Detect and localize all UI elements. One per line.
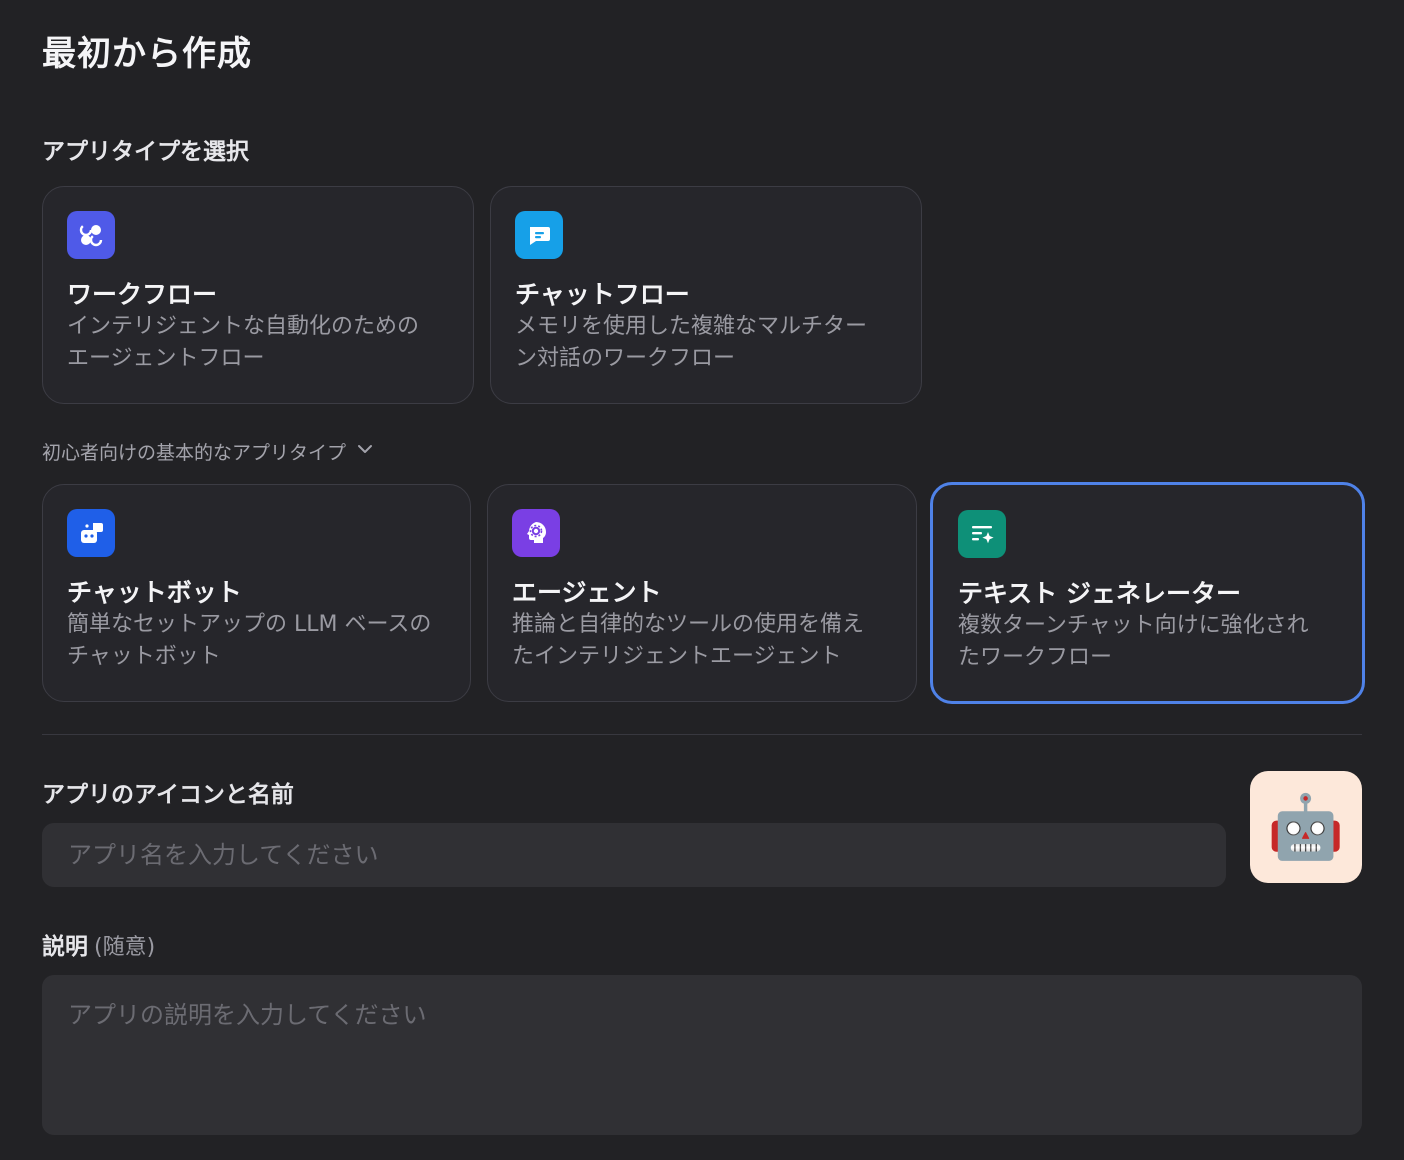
chevron-down-icon — [356, 440, 374, 463]
app-type-card-chatbot[interactable]: チャットボット 簡単なセットアップの LLM ベースのチャットボット — [42, 484, 471, 702]
card-description: 推論と自律的なツールの使用を備えたインテリジェントエージェント — [512, 612, 865, 669]
optional-hint: (随意) — [94, 935, 156, 960]
workflow-icon — [67, 211, 115, 259]
app-name-label: アプリのアイコンと名前 — [42, 782, 294, 808]
card-title: チャットボット — [67, 578, 242, 607]
beginner-app-types-toggle[interactable]: 初心者向けの基本的なアプリタイプ — [42, 438, 374, 465]
card-description: メモリを使用した複雑なマルチターン対話のワークフロー — [515, 314, 868, 371]
card-description: 複数ターンチャット向けに強化されたワークフロー — [958, 613, 1309, 670]
beginner-toggle-label: 初心者向けの基本的なアプリタイプ — [42, 442, 347, 464]
app-type-card-chatflow[interactable]: チャットフロー メモリを使用した複雑なマルチターン対話のワークフロー — [490, 186, 922, 404]
description-textarea[interactable] — [42, 975, 1362, 1135]
card-title: テキスト ジェネレーター — [958, 579, 1241, 608]
description-label-text: 説明 — [42, 934, 88, 960]
text-generator-icon — [958, 510, 1006, 558]
robot-icon: 🤖 — [1267, 790, 1345, 863]
card-title: エージェント — [512, 578, 662, 607]
app-type-card-agent[interactable]: エージェント 推論と自律的なツールの使用を備えたインテリジェントエージェント — [487, 484, 917, 702]
chatflow-icon — [515, 211, 563, 259]
app-type-label: アプリタイプを選択 — [42, 139, 249, 165]
card-description: インテリジェントな自動化のためのエージェントフロー — [67, 314, 420, 371]
card-title: チャットフロー — [515, 280, 690, 309]
app-icon-picker[interactable]: 🤖 — [1250, 771, 1362, 883]
card-description: 簡単なセットアップの LLM ベースのチャットボット — [67, 612, 432, 669]
app-type-card-workflow[interactable]: ワークフロー インテリジェントな自動化のためのエージェントフロー — [42, 186, 474, 404]
agent-icon — [512, 509, 560, 557]
description-label: 説明 (随意) — [42, 927, 155, 961]
app-type-card-text-generator[interactable]: テキスト ジェネレーター 複数ターンチャット向けに強化されたワークフロー — [930, 482, 1365, 704]
card-title: ワークフロー — [67, 280, 218, 309]
chatbot-icon — [67, 509, 115, 557]
page-title: 最初から作成 — [42, 34, 252, 74]
section-divider — [42, 734, 1362, 735]
app-name-input[interactable] — [42, 823, 1226, 887]
